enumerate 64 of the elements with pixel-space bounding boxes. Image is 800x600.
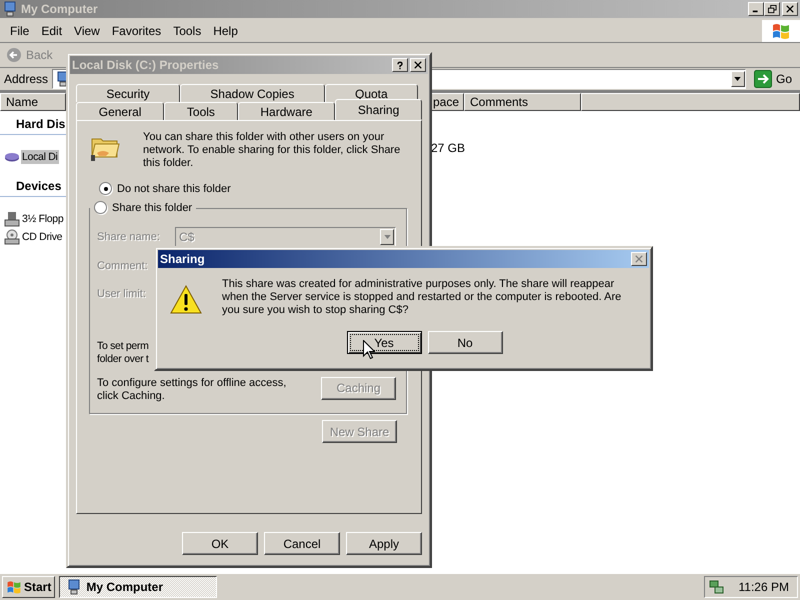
tab[interactable]: General [76,102,164,120]
close-icon [635,255,643,263]
computer-icon [2,1,18,17]
dropdown-arrow-icon[interactable] [734,77,742,81]
dialog-button[interactable]: Cancel [264,532,340,555]
close-button[interactable] [410,58,426,72]
taskbar-button[interactable]: My Computer [59,576,218,598]
user-limit-label: User limit: [97,288,147,300]
drive-name[interactable]: 3½ Flopp [21,212,64,226]
clock: 11:26 PM [738,580,789,594]
dialog-title: Sharing [160,252,205,266]
permissions-text: folder over t [97,352,149,366]
dialog-button[interactable]: Yes [346,331,422,354]
window-title: My Computer [21,2,98,16]
column-header[interactable]: Name [0,93,66,111]
cd-drive-icon [4,229,20,245]
floppy-drive-icon [4,211,20,227]
address-label: Address [4,72,48,86]
close-button[interactable] [631,252,647,266]
computer-icon [66,579,82,595]
restore-button[interactable] [764,2,780,16]
menu-item[interactable]: View [68,22,106,40]
offline-access-text: To configure settings for offline access, click Caching. [97,376,288,402]
windows-logo-icon [6,579,22,595]
menu-item[interactable]: Help [207,22,244,40]
start-button[interactable]: Start [2,576,56,598]
dialog-button[interactable]: Apply [346,532,422,555]
question-mark-icon [396,60,404,70]
tab[interactable]: Hardware [238,102,336,120]
menu-item[interactable]: Edit [35,22,68,40]
close-button[interactable] [782,2,798,16]
warning-icon [170,284,202,316]
network-icon[interactable] [708,579,725,595]
minimize-button[interactable] [748,2,764,16]
radio-option[interactable]: Do not share this folder [99,182,407,195]
tab[interactable]: Tools [164,102,238,120]
menu-item[interactable]: File [4,22,36,40]
message-text: This share was created for administrative purposes only. The share will reappear when the Server service is stopped and restarted or the computer is rebooted. Are you sure you wish to stop sharing C$? [222,278,622,317]
restore-icon [768,4,776,14]
drive-name[interactable]: CD Drive [21,230,64,244]
close-icon [414,61,422,69]
tab[interactable]: Security [76,84,180,102]
dialog-button[interactable]: OK [182,532,258,555]
radio-button[interactable] [94,201,107,214]
permissions-text: To set perm [97,340,149,352]
tab[interactable]: Sharing [335,99,422,120]
dialog-button[interactable]: No [428,331,502,354]
free-space-cell: 27 GB [431,141,466,155]
help-button[interactable] [392,58,408,72]
radio-option[interactable]: Share this folder [90,201,196,214]
column-header[interactable]: pace [431,93,464,111]
windows-logo-icon [762,20,800,42]
tab[interactable]: Shadow Copies [180,84,325,102]
go-button[interactable]: Go [750,70,796,88]
sharing-description: You can share this folder with other users on your network. To enable sharing for this folder, click Share this folder. [142,131,402,170]
radio-button[interactable] [99,182,112,195]
share-name-label: Share name: [97,231,161,244]
column-header[interactable]: Comments [464,93,581,111]
mouse-pointer-icon [363,340,375,359]
menu-item[interactable]: Favorites [106,22,168,40]
drive-name[interactable]: Local Di [21,150,59,164]
menu-item[interactable]: Tools [167,22,208,40]
close-icon [786,5,794,13]
dialog-title: Local Disk (C:) Properties [72,58,219,72]
